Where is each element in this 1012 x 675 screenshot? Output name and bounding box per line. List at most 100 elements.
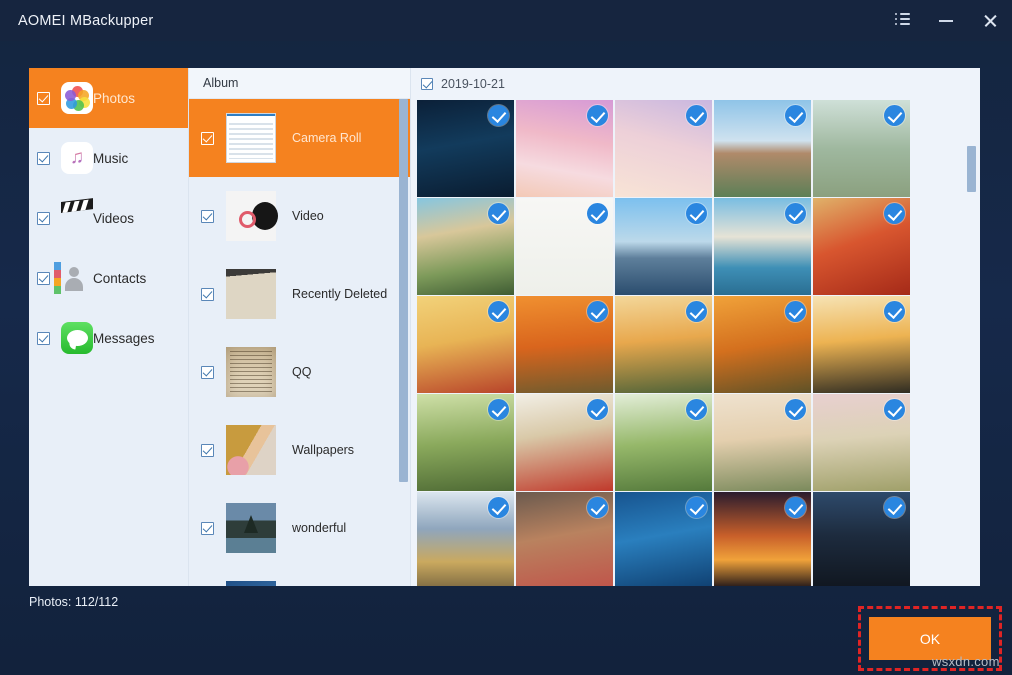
photo-selected-check-icon[interactable] bbox=[884, 203, 905, 224]
photo-thumbnail[interactable] bbox=[813, 100, 910, 197]
album-item-recently-deleted[interactable]: Recently Deleted bbox=[189, 255, 410, 333]
close-button[interactable] bbox=[968, 0, 1012, 41]
sidebar-item-videos[interactable]: Videos bbox=[29, 188, 188, 248]
sidebar-item-photos[interactable]: Photos bbox=[29, 68, 188, 128]
photo-thumbnail[interactable] bbox=[516, 100, 613, 197]
contacts-checkbox[interactable] bbox=[37, 272, 50, 285]
sidebar-item-messages[interactable]: Messages bbox=[29, 308, 188, 368]
photo-selected-check-icon[interactable] bbox=[785, 203, 806, 224]
photo-selected-check-icon[interactable] bbox=[488, 497, 509, 518]
photo-thumbnail[interactable] bbox=[813, 296, 910, 393]
photo-selected-check-icon[interactable] bbox=[488, 105, 509, 126]
photo-thumbnail[interactable] bbox=[516, 492, 613, 586]
music-icon: ♫ bbox=[61, 142, 93, 174]
album-thumbnail bbox=[226, 503, 276, 553]
minimize-button[interactable] bbox=[924, 0, 968, 41]
album-column: Album Camera Roll Video Recently Deleted bbox=[188, 68, 410, 586]
close-icon bbox=[983, 14, 997, 28]
photo-thumbnail[interactable] bbox=[417, 394, 514, 491]
photo-thumbnail[interactable] bbox=[615, 296, 712, 393]
photo-thumbnail[interactable] bbox=[714, 198, 811, 295]
album-item-partial[interactable] bbox=[189, 567, 410, 586]
album-checkbox[interactable] bbox=[201, 522, 214, 535]
photo-thumbnail[interactable] bbox=[516, 198, 613, 295]
photo-selected-check-icon[interactable] bbox=[488, 301, 509, 322]
photo-thumbnail[interactable] bbox=[417, 198, 514, 295]
photo-selected-check-icon[interactable] bbox=[587, 497, 608, 518]
album-label: Recently Deleted bbox=[292, 287, 387, 301]
photo-selected-check-icon[interactable] bbox=[587, 105, 608, 126]
photo-thumbnail[interactable] bbox=[516, 296, 613, 393]
photo-grid bbox=[417, 100, 962, 586]
photo-thumbnail[interactable] bbox=[714, 492, 811, 586]
photo-thumbnail[interactable] bbox=[615, 100, 712, 197]
category-sidebar: Photos ♫ Music Videos bbox=[29, 68, 188, 586]
photo-count-status: Photos: 112/112 bbox=[29, 595, 118, 609]
messages-icon bbox=[61, 322, 93, 354]
photo-selected-check-icon[interactable] bbox=[884, 301, 905, 322]
album-checkbox[interactable] bbox=[201, 210, 214, 223]
album-thumbnail bbox=[226, 581, 276, 586]
photo-thumbnail[interactable] bbox=[615, 394, 712, 491]
album-item-qq[interactable]: QQ bbox=[189, 333, 410, 411]
photo-thumbnail[interactable] bbox=[417, 296, 514, 393]
photo-selected-check-icon[interactable] bbox=[884, 105, 905, 126]
photo-selected-check-icon[interactable] bbox=[686, 497, 707, 518]
menu-list-button[interactable] bbox=[880, 0, 924, 41]
album-checkbox[interactable] bbox=[201, 366, 214, 379]
videos-checkbox[interactable] bbox=[37, 212, 50, 225]
photo-thumbnail[interactable] bbox=[813, 198, 910, 295]
album-item-wonderful[interactable]: wonderful bbox=[189, 489, 410, 567]
photo-thumbnail[interactable] bbox=[813, 394, 910, 491]
photo-grid-scrollbar[interactable] bbox=[965, 68, 978, 586]
album-scrollbar-thumb[interactable] bbox=[399, 99, 408, 482]
photo-selected-check-icon[interactable] bbox=[587, 301, 608, 322]
photo-thumbnail[interactable] bbox=[615, 492, 712, 586]
sidebar-item-music[interactable]: ♫ Music bbox=[29, 128, 188, 188]
photo-thumbnail[interactable] bbox=[813, 492, 910, 586]
list-icon bbox=[895, 13, 910, 28]
album-checkbox[interactable] bbox=[201, 444, 214, 457]
photos-checkbox[interactable] bbox=[37, 92, 50, 105]
sidebar-item-label: Contacts bbox=[93, 271, 146, 286]
photo-selected-check-icon[interactable] bbox=[686, 105, 707, 126]
album-label: wonderful bbox=[292, 521, 346, 535]
photo-thumbnail[interactable] bbox=[417, 492, 514, 586]
photos-icon bbox=[61, 82, 93, 114]
album-item-wallpapers[interactable]: Wallpapers bbox=[189, 411, 410, 489]
photo-selected-check-icon[interactable] bbox=[884, 399, 905, 420]
sidebar-item-contacts[interactable]: Contacts bbox=[29, 248, 188, 308]
photo-grid-scrollbar-thumb[interactable] bbox=[967, 146, 976, 193]
photo-selected-check-icon[interactable] bbox=[686, 301, 707, 322]
music-checkbox[interactable] bbox=[37, 152, 50, 165]
date-group-header[interactable]: 2019-10-21 bbox=[411, 68, 980, 94]
photo-selected-check-icon[interactable] bbox=[785, 105, 806, 126]
album-item-video[interactable]: Video bbox=[189, 177, 410, 255]
photo-selected-check-icon[interactable] bbox=[884, 497, 905, 518]
photo-thumbnail[interactable] bbox=[714, 394, 811, 491]
photo-selected-check-icon[interactable] bbox=[587, 203, 608, 224]
photo-thumbnail[interactable] bbox=[417, 100, 514, 197]
app-title: AOMEI MBackupper bbox=[18, 13, 153, 29]
album-scrollbar[interactable] bbox=[397, 68, 410, 586]
photo-thumbnail[interactable] bbox=[714, 296, 811, 393]
photo-selected-check-icon[interactable] bbox=[785, 399, 806, 420]
photo-thumbnail[interactable] bbox=[714, 100, 811, 197]
photo-selected-check-icon[interactable] bbox=[686, 203, 707, 224]
album-item-camera-roll[interactable]: Camera Roll bbox=[189, 99, 410, 177]
date-group-checkbox[interactable] bbox=[421, 78, 433, 90]
album-checkbox[interactable] bbox=[201, 288, 214, 301]
photo-selected-check-icon[interactable] bbox=[686, 399, 707, 420]
messages-checkbox[interactable] bbox=[37, 332, 50, 345]
photo-thumbnail[interactable] bbox=[615, 198, 712, 295]
photo-selected-check-icon[interactable] bbox=[587, 399, 608, 420]
contacts-icon bbox=[61, 262, 93, 294]
album-checkbox[interactable] bbox=[201, 132, 214, 145]
photo-selected-check-icon[interactable] bbox=[488, 203, 509, 224]
album-thumbnail bbox=[226, 113, 276, 163]
photo-thumbnail[interactable] bbox=[516, 394, 613, 491]
photo-selected-check-icon[interactable] bbox=[488, 399, 509, 420]
photo-selected-check-icon[interactable] bbox=[785, 301, 806, 322]
album-label: QQ bbox=[292, 365, 311, 379]
photo-selected-check-icon[interactable] bbox=[785, 497, 806, 518]
